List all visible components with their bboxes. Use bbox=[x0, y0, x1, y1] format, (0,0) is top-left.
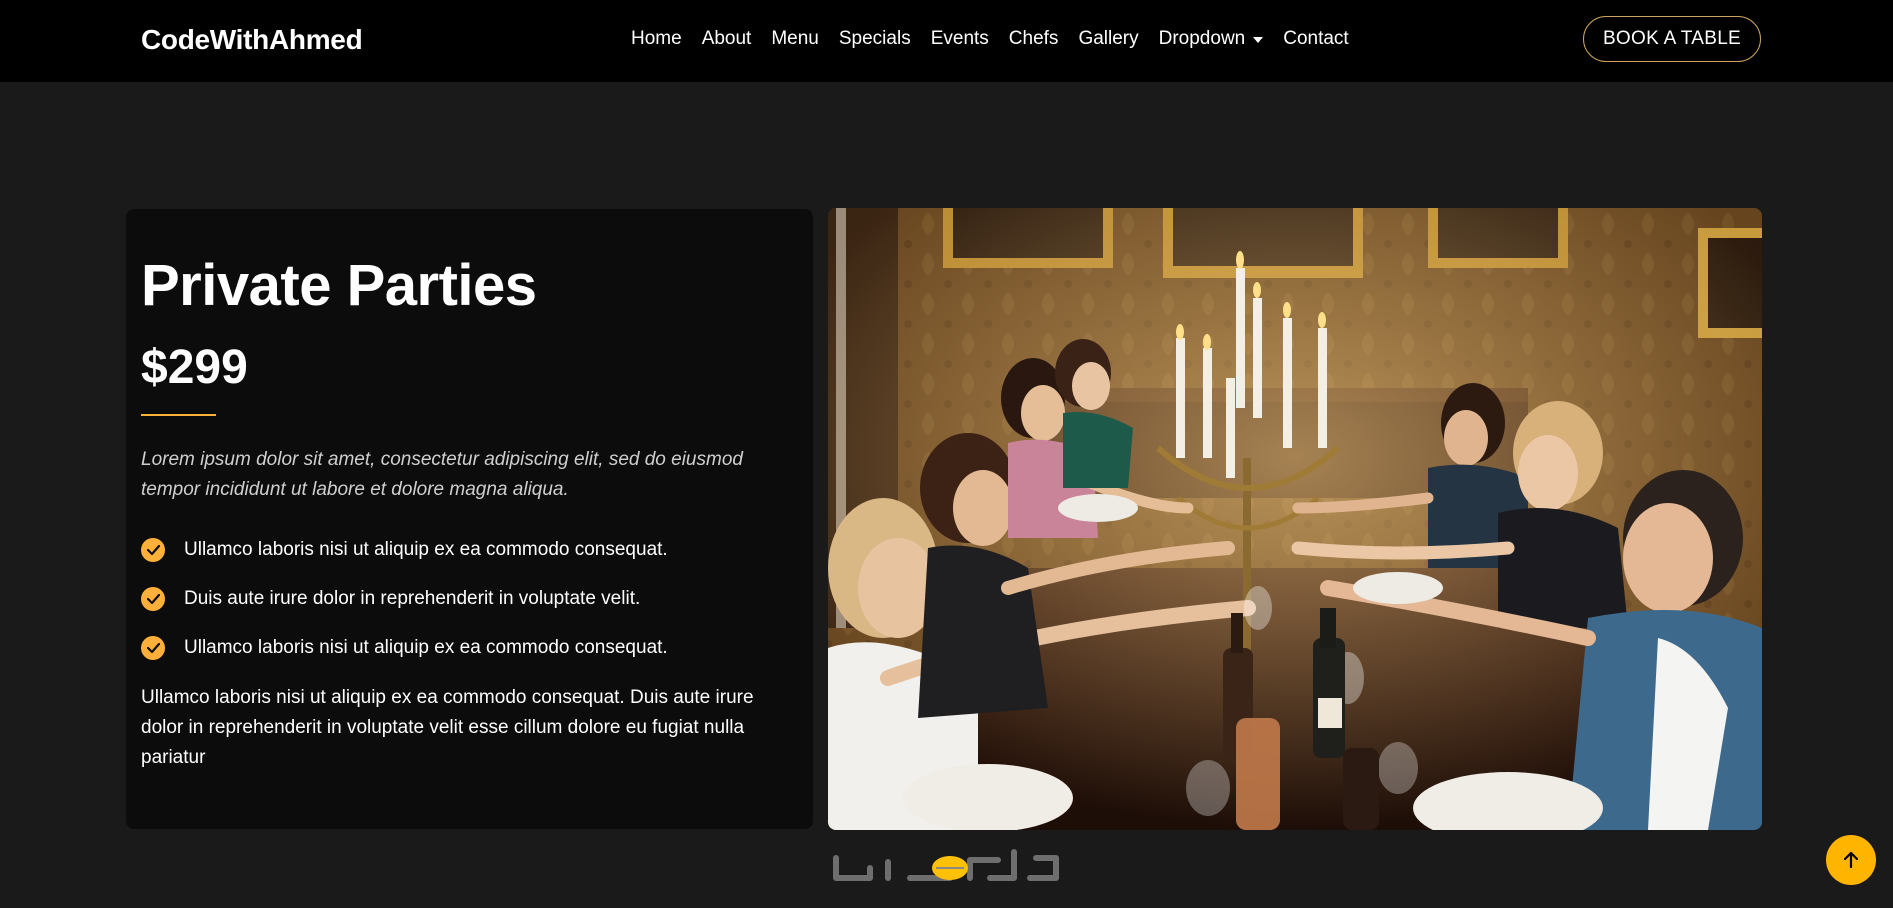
main-nav: Home About Menu Specials Events Chefs Ga… bbox=[631, 28, 1349, 50]
brand-logo[interactable]: CodeWithAhmed bbox=[141, 24, 363, 56]
nav-events[interactable]: Events bbox=[931, 28, 989, 50]
nav-dropdown[interactable]: Dropdown bbox=[1159, 28, 1264, 50]
check-circle-icon bbox=[141, 586, 165, 611]
nav-about[interactable]: About bbox=[702, 28, 752, 50]
list-item: Duis aute irure dolor in reprehenderit i… bbox=[141, 574, 668, 623]
book-table-button[interactable]: BOOK A TABLE bbox=[1583, 16, 1761, 62]
list-item-text: Ullamco laboris nisi ut aliquip ex ea co… bbox=[184, 636, 668, 658]
list-item-text: Duis aute irure dolor in reprehenderit i… bbox=[184, 587, 641, 609]
nav-dropdown-label: Dropdown bbox=[1158, 28, 1246, 49]
site-header: CodeWithAhmed Home About Menu Specials E… bbox=[0, 0, 1893, 82]
arrow-up-icon bbox=[1843, 851, 1859, 869]
nav-specials[interactable]: Specials bbox=[839, 28, 911, 50]
nav-contact[interactable]: Contact bbox=[1283, 28, 1348, 50]
watermark-logo bbox=[830, 838, 1062, 894]
nav-chefs[interactable]: Chefs bbox=[1009, 28, 1059, 50]
event-body: Ullamco laboris nisi ut aliquip ex ea co… bbox=[141, 687, 754, 768]
event-title: Private Parties bbox=[141, 253, 537, 318]
list-item: Ullamco laboris nisi ut aliquip ex ea co… bbox=[141, 525, 668, 574]
event-price: $299 bbox=[141, 341, 248, 394]
back-to-top-button[interactable] bbox=[1826, 835, 1876, 885]
check-circle-icon bbox=[141, 635, 165, 660]
nav-menu[interactable]: Menu bbox=[771, 28, 819, 50]
chevron-down-icon bbox=[1253, 37, 1264, 43]
event-lead: Lorem ipsum dolor sit amet, consectetur … bbox=[141, 449, 743, 500]
event-photo bbox=[828, 208, 1762, 830]
list-item-text: Ullamco laboris nisi ut aliquip ex ea co… bbox=[184, 538, 668, 560]
title-divider bbox=[141, 414, 216, 416]
feature-list: Ullamco laboris nisi ut aliquip ex ea co… bbox=[141, 525, 668, 672]
nav-home[interactable]: Home bbox=[631, 28, 682, 50]
check-circle-icon bbox=[141, 537, 165, 562]
list-item: Ullamco laboris nisi ut aliquip ex ea co… bbox=[141, 623, 668, 672]
nav-gallery[interactable]: Gallery bbox=[1078, 28, 1138, 50]
